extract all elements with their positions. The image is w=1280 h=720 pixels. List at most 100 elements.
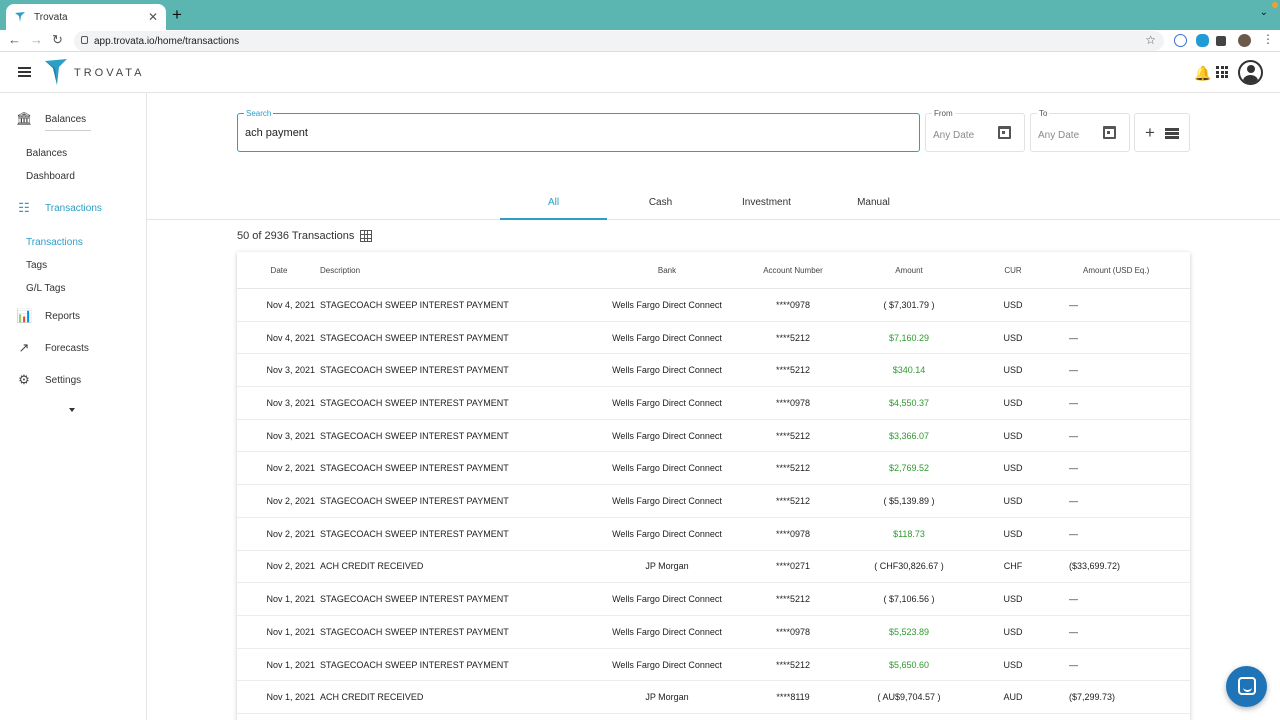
add-list-button[interactable]: + (1134, 113, 1190, 152)
sidebar-item-balances[interactable]: 🏛 Balances (16, 111, 86, 127)
sidebar-subitem-gl-tags[interactable]: G/L Tags (26, 283, 65, 294)
extension-cloud-icon[interactable] (1196, 34, 1209, 47)
header-description[interactable]: Description (320, 252, 360, 288)
cell-date: Nov 4, 2021 (266, 332, 315, 343)
cell-account-number: ****8119 (776, 692, 810, 703)
list-view-icon[interactable] (1165, 128, 1179, 139)
cell-description: STAGECOACH SWEEP INTEREST PAYMENT (320, 397, 509, 408)
cell-date: Nov 3, 2021 (266, 365, 315, 376)
extension-icon[interactable] (1174, 34, 1187, 47)
cell-amount: $3,366.07 (888, 430, 930, 441)
header-bank[interactable]: Bank (567, 252, 767, 288)
cell-account-number: ****0978 (775, 397, 811, 408)
bookmark-star-icon[interactable]: ☆ (1145, 33, 1156, 47)
extensions-puzzle-icon[interactable] (1216, 36, 1226, 46)
sidebar-subitem-tags[interactable]: Tags (26, 260, 47, 271)
table-row[interactable]: Nov 1, 2021 STAGECOACH SWEEP INTEREST PAY… (237, 583, 1190, 616)
cell-amount: $340.14 (892, 365, 926, 376)
header-amount[interactable]: Amount (849, 252, 969, 288)
cell-amount-usd: ($33,699.72) (1069, 561, 1121, 572)
from-date-field[interactable]: From Any Date (925, 109, 1025, 152)
sidebar-item-label: Transactions (45, 202, 102, 214)
tab-all[interactable]: All (500, 186, 607, 220)
sidebar-item-forecasts[interactable]: ↗ Forecasts (16, 340, 89, 356)
cell-amount: $118.73 (893, 528, 925, 539)
table-header: Date Description Bank Account Number Amo… (237, 252, 1190, 289)
cell-amount: ( $7,301.79 ) (883, 299, 935, 310)
add-icon[interactable]: + (1145, 123, 1155, 143)
header-date[interactable]: Date (259, 252, 299, 288)
tab-cash[interactable]: Cash (607, 186, 714, 220)
new-tab-icon[interactable]: + (172, 5, 182, 25)
cell-bank: Wells Fargo Direct Connect (612, 430, 722, 441)
cell-account-number: ****0978 (775, 626, 811, 637)
tab-manual[interactable]: Manual (820, 186, 927, 220)
apps-grid-icon[interactable] (1216, 66, 1228, 78)
sidebar-subitem-transactions[interactable]: Transactions (26, 237, 83, 248)
browser-tab[interactable]: Trovata ✕ (6, 4, 166, 30)
search-field[interactable]: Search (237, 109, 920, 152)
sidebar-item-transactions[interactable]: ☷ Transactions (16, 200, 102, 216)
cell-description: STAGECOACH SWEEP INTEREST PAYMENT (320, 528, 509, 539)
cell-currency: AUD (1003, 692, 1023, 703)
chevron-down-icon[interactable]: ⌄ (1260, 7, 1268, 18)
from-label: From (932, 109, 955, 118)
cell-amount: $7,160.29 (888, 332, 930, 343)
sidebar-item-reports[interactable]: 📊 Reports (16, 308, 80, 324)
bell-icon[interactable]: 🔔 (1194, 65, 1211, 82)
table-row[interactable]: Nov 3, 2021 STAGECOACH SWEEP INTEREST PAY… (237, 354, 1190, 388)
cell-description: STAGECOACH SWEEP INTEREST PAYMENT (320, 365, 509, 376)
profile-avatar-icon[interactable] (1238, 34, 1251, 47)
cell-currency: USD (1003, 463, 1023, 474)
search-input[interactable] (245, 127, 845, 139)
table-row[interactable]: Nov 2, 2021 STAGECOACH SWEEP INTEREST PAY… (237, 518, 1190, 551)
reload-icon[interactable]: ↻ (52, 32, 63, 48)
cell-bank: Wells Fargo Direct Connect (612, 332, 722, 343)
table-row[interactable]: Nov 4, 2021 STAGECOACH SWEEP INTEREST PAY… (237, 289, 1190, 322)
brand-name: TROVATA (74, 67, 145, 79)
chat-button[interactable] (1226, 666, 1267, 707)
sidebar-subitem-dashboard[interactable]: Dashboard (26, 171, 75, 182)
transactions-table: Date Description Bank Account Number Amo… (237, 252, 1190, 720)
back-icon[interactable]: ← (8, 32, 21, 47)
transaction-tabs: All Cash Investment Manual (147, 186, 1280, 220)
table-row[interactable]: Nov 1, 2021 STAGECOACH SWEEP INTEREST PAY… (237, 649, 1190, 682)
forward-icon[interactable]: → (30, 32, 43, 47)
expand-more-icon[interactable] (69, 408, 75, 412)
table-row[interactable]: Nov 3, 2021 STAGECOACH SWEEP INTEREST PAY… (237, 420, 1190, 453)
cell-account-number: ****5212 (775, 332, 811, 343)
cell-currency: USD (1003, 626, 1023, 637)
menu-icon[interactable] (18, 67, 31, 77)
cell-bank: JP Morgan (645, 561, 689, 572)
table-row[interactable]: Nov 2, 2021 ACH CREDIT RECEIVED JP Morgan *… (237, 551, 1190, 584)
calendar-icon[interactable] (998, 126, 1011, 139)
browser-tab-title: Trovata (34, 11, 68, 23)
table-row[interactable]: Nov 2, 2021 STAGECOACH SWEEP INTEREST PAY… (237, 453, 1190, 486)
table-row[interactable]: Nov 3, 2021 STAGECOACH SWEEP INTEREST PAY… (237, 387, 1190, 420)
tab-investment[interactable]: Investment (713, 186, 820, 220)
cell-amount-usd: — (1069, 594, 1078, 605)
cell-currency: USD (1003, 397, 1023, 408)
table-row[interactable]: Nov 1, 2021 ACH CREDIT RECEIVED JP Morgan *… (237, 681, 1190, 715)
address-bar[interactable]: app.trovata.io/home/transactions ☆ (74, 31, 1164, 51)
cell-amount-usd: — (1069, 430, 1078, 441)
table-row[interactable]: Nov 1, 2021 STAGECOACH SWEEP INTEREST PAY… (237, 616, 1190, 649)
cell-currency: USD (1003, 430, 1023, 441)
browser-menu-icon[interactable]: ⋮ (1262, 32, 1274, 46)
bank-icon: 🏛 (16, 111, 33, 126)
header-currency[interactable]: CUR (983, 252, 1043, 288)
account-avatar-icon[interactable] (1238, 60, 1263, 85)
close-tab-icon[interactable]: ✕ (148, 10, 158, 24)
to-date-field[interactable]: To Any Date (1030, 109, 1130, 152)
sidebar-item-settings[interactable]: ⚙ Settings (16, 372, 81, 388)
table-view-icon[interactable] (360, 230, 373, 242)
header-account-number[interactable]: Account Number (743, 252, 843, 288)
sidebar-subitem-balances[interactable]: Balances (26, 148, 67, 159)
calendar-icon[interactable] (1103, 126, 1116, 139)
header-amount-usd[interactable]: Amount (USD Eq.) (1083, 252, 1149, 288)
cell-bank: Wells Fargo Direct Connect (612, 463, 722, 474)
gear-icon: ⚙ (18, 372, 30, 387)
table-row[interactable]: Nov 2, 2021 STAGECOACH SWEEP INTEREST PAY… (237, 485, 1190, 518)
table-row[interactable]: Nov 4, 2021 STAGECOACH SWEEP INTEREST PAY… (237, 322, 1190, 355)
url-text: app.trovata.io/home/transactions (94, 35, 240, 47)
